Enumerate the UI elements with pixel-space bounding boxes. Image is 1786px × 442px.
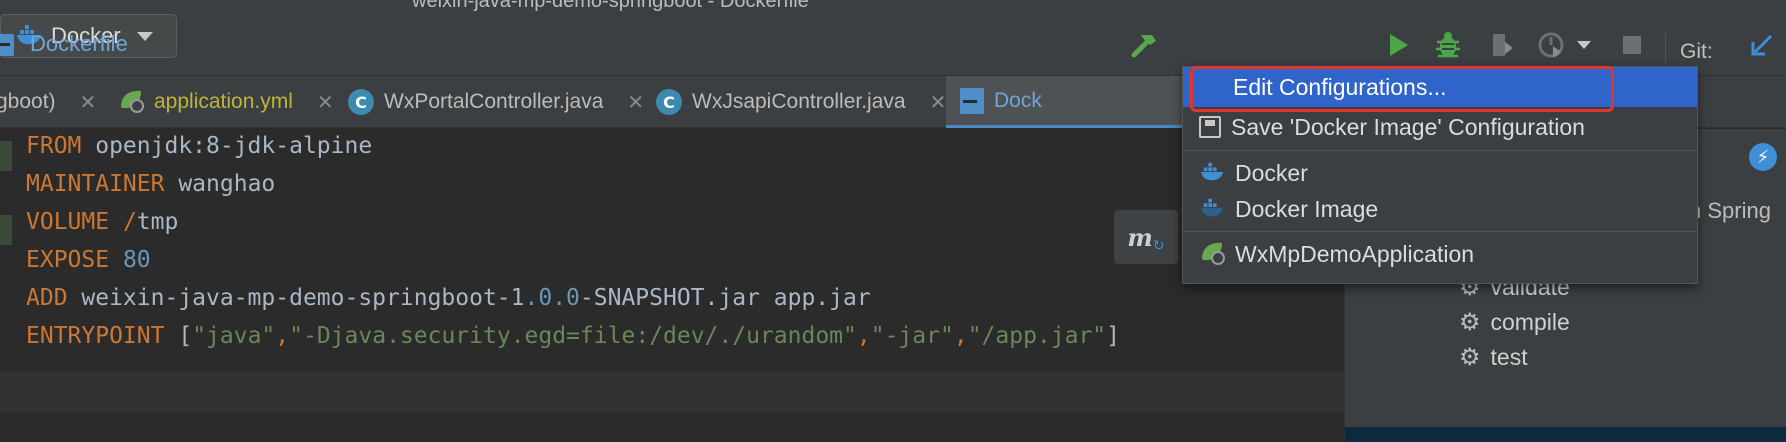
close-icon[interactable]: ✕ [317,90,334,115]
tab-dockerfile[interactable]: Dock [946,76,1186,128]
lifecycle-item-compile[interactable]: ⚙ compile [1459,308,1570,337]
git-label: Git: [1680,40,1713,63]
menu-item-label: Edit Configurations... [1233,73,1447,100]
maven-project-root[interactable]: n Spring [1689,198,1771,224]
menu-item-label: Save 'Docker Image' Configuration [1231,113,1585,140]
chevron-down-icon [136,31,153,41]
lifecycle-label: compile [1490,309,1570,335]
tab-label: WxJsapiController.java [692,90,906,113]
spring-leaf-icon [118,87,144,118]
code-line: ADD weixin-java-mp-demo-springboot-1.0.0… [26,285,871,311]
build-hammer-icon[interactable] [1124,26,1164,64]
menu-item-edit-configurations[interactable]: Edit Configurations... [1183,67,1697,107]
profiler-icon[interactable] [1532,26,1596,64]
close-icon[interactable]: ✕ [627,90,644,115]
toolbar-divider [1665,34,1666,62]
menu-item-label: Docker [1235,159,1308,186]
tab-module[interactable]: gboot) ✕ [0,76,96,128]
breadcrumb[interactable]: Dockerfile [0,31,128,57]
maven-reload-icon[interactable]: m ↻ [1114,210,1178,264]
lifecycle-item-test[interactable]: ⚙ test [1459,343,1528,372]
more-dropdown-icon[interactable] [1577,41,1591,49]
title-bar: weixin-java-mp-demo-springboot - Dockerf… [0,0,1786,14]
tab-label: application.yml [154,90,293,113]
coverage-icon[interactable] [1482,26,1522,64]
tab-application-yml[interactable]: application.yml ✕ [118,76,334,128]
code-line: ENTRYPOINT ["java","-Djava.security.egd=… [26,323,1121,349]
debug-bug-icon[interactable] [1428,26,1468,64]
dockerfile-icon [0,32,22,56]
run-configuration-dropdown: Edit Configurations... Save 'Docker Imag… [1182,66,1698,284]
breadcrumb-file[interactable]: Dockerfile [30,31,128,57]
tab-label: WxPortalController.java [384,90,604,113]
menu-item-docker-image[interactable]: Docker Image [1183,189,1697,229]
menu-item-label: WxMpDemoApplication [1235,240,1475,267]
vcs-change-marker [0,215,12,245]
close-icon[interactable]: ✕ [930,90,947,115]
window-title: weixin-java-mp-demo-springboot - Dockerf… [412,0,809,12]
save-icon [1199,116,1221,138]
gear-icon: ⚙ [1459,344,1481,371]
gear-icon: ⚙ [1459,309,1481,336]
menu-item-wxmpdemoapplication[interactable]: WxMpDemoApplication [1183,234,1697,274]
menu-item-save-configuration[interactable]: Save 'Docker Image' Configuration [1183,107,1697,147]
code-line: VOLUME /tmp [26,209,179,235]
tab-label: gboot) [0,90,56,113]
stop-icon[interactable] [1614,26,1650,64]
class-icon: C [348,89,374,115]
git-update-arrow-icon[interactable] [1742,26,1782,64]
skip-tests-bolt-icon[interactable]: ⚡ [1749,143,1777,171]
current-line-highlight [0,372,1344,412]
menu-item-docker[interactable]: Docker [1183,153,1697,193]
tab-wxportalcontroller[interactable]: C WxPortalController.java ✕ [348,76,644,128]
menu-divider [1183,231,1697,232]
code-line: FROM openjdk:8-jdk-alpine [26,133,373,159]
dockerfile-icon [960,87,984,114]
run-icon[interactable] [1382,26,1416,64]
tab-label: Dock [994,88,1042,112]
tab-wxjsapicontroller[interactable]: C WxJsapiController.java ✕ [656,76,946,128]
class-icon: C [656,89,682,115]
vcs-change-marker [0,141,12,171]
menu-divider [1183,150,1697,151]
code-editor[interactable]: FROM openjdk:8-jdk-alpine MAINTAINER wan… [0,129,1344,442]
spring-boot-icon [1199,239,1225,270]
close-icon[interactable]: ✕ [80,90,97,115]
lifecycle-label: test [1490,344,1528,370]
docker-whale-icon [1199,160,1225,187]
menu-item-label: Docker Image [1235,195,1379,222]
code-line: EXPOSE 80 [26,247,151,273]
docker-whale-icon [1199,196,1225,223]
code-line: MAINTAINER wanghao [26,171,276,197]
selected-lifecycle-row[interactable] [1345,427,1786,442]
